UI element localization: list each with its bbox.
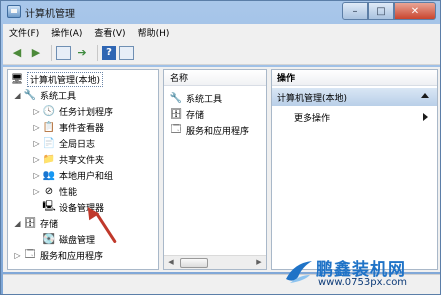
tree-node-label: 性能 xyxy=(59,187,78,198)
tree-node-label: 全局日志 xyxy=(59,139,96,150)
computer-management-icon xyxy=(7,5,21,18)
expand-icon[interactable]: ▷ xyxy=(32,139,41,148)
shared-folder-icon: 📁 xyxy=(42,153,56,165)
tree-node-global-log[interactable]: ▷ 📄 全局日志 xyxy=(32,135,95,151)
menu-bar: 文件(F) 操作(A) 查看(V) 帮助(H) xyxy=(3,24,440,41)
tree-node-services-apps[interactable]: ▷ 🗔 服务和应用程序 xyxy=(13,247,103,263)
tree-node-label: 存储 xyxy=(40,219,59,230)
tree-node-task-scheduler[interactable]: ▷ 🕓 任务计划程序 xyxy=(32,103,113,119)
expand-icon[interactable]: ▷ xyxy=(32,155,41,164)
event-viewer-icon: 📋 xyxy=(42,121,56,133)
actions-section-label: 计算机管理(本地) xyxy=(277,93,348,104)
tools-icon: 🔧 xyxy=(169,92,183,104)
toolbar-separator xyxy=(51,44,52,61)
watermark-logo-icon xyxy=(286,261,312,283)
performance-icon: ⊘ xyxy=(44,185,54,197)
window-controls: – □ ✕ xyxy=(342,2,436,20)
tree-node-system-tools[interactable]: ◢ 🔧 系统工具 xyxy=(13,87,76,103)
expand-icon[interactable]: ▷ xyxy=(32,187,41,196)
storage-icon: 🗄 xyxy=(169,108,183,120)
tree-node-event-viewer[interactable]: ▷ 📋 事件查看器 xyxy=(32,119,104,135)
log-icon: 📄 xyxy=(42,137,56,149)
list-item-services-apps[interactable]: 🗔 服务和应用程序 xyxy=(170,122,249,138)
tree-node-label: 事件查看器 xyxy=(59,123,105,134)
back-arrow-icon[interactable]: ◀ xyxy=(9,45,25,61)
computer-icon: 🖥 xyxy=(10,73,24,85)
expand-icon[interactable]: ▷ xyxy=(32,123,41,132)
toolbar-separator xyxy=(97,44,98,61)
disk-icon: 💽 xyxy=(42,233,56,245)
help-icon[interactable]: ? xyxy=(102,45,116,60)
services-icon: 🗔 xyxy=(24,248,36,260)
services-icon: 🗔 xyxy=(170,123,182,135)
actions-header: 操作 xyxy=(272,70,437,86)
column-header-name[interactable]: 名称 xyxy=(164,70,266,86)
list-item-system-tools[interactable]: 🔧 系统工具 xyxy=(170,90,222,106)
forward-arrow-icon[interactable]: ▶ xyxy=(28,45,44,61)
watermark-url: www.0753px.com xyxy=(318,277,408,288)
collapse-caret-icon[interactable] xyxy=(421,93,429,98)
tree-node-storage[interactable]: ◢ 🗄 存储 xyxy=(13,215,58,231)
tree-node-local-users[interactable]: ▷ 👥 本地用户和组 xyxy=(32,167,113,183)
list-item-label: 存储 xyxy=(186,110,205,121)
expand-icon[interactable]: ▷ xyxy=(32,171,41,180)
list-item-label: 系统工具 xyxy=(186,94,223,105)
submenu-arrow-icon xyxy=(423,113,428,121)
tree-node-label: 磁盘管理 xyxy=(59,235,96,246)
clock-icon: 🕓 xyxy=(42,105,56,117)
tree-node-label: 任务计划程序 xyxy=(59,107,114,118)
more-actions-label: 更多操作 xyxy=(294,113,331,124)
tree-node-shared-folders[interactable]: ▷ 📁 共享文件夹 xyxy=(32,151,104,167)
tree-node-disk-management[interactable]: 💽 磁盘管理 xyxy=(32,231,95,247)
more-actions-item[interactable]: 更多操作 xyxy=(294,109,434,125)
menu-action[interactable]: 操作(A) xyxy=(51,26,82,39)
tree-root-label: 计算机管理(本地) xyxy=(27,71,104,87)
close-button[interactable]: ✕ xyxy=(394,2,436,20)
tree-node-label: 共享文件夹 xyxy=(59,155,105,166)
export-list-icon[interactable]: ➔ xyxy=(74,45,90,61)
expand-icon[interactable]: ▷ xyxy=(13,251,22,260)
device-manager-icon: 🖳 xyxy=(42,200,56,212)
list-item-label: 服务和应用程序 xyxy=(186,126,250,137)
window-title: 计算机管理 xyxy=(25,9,75,20)
list-item-storage[interactable]: 🗄 存储 xyxy=(170,106,204,122)
tree-node-label: 本地用户和组 xyxy=(59,171,114,182)
tree-node-label: 服务和应用程序 xyxy=(40,251,104,262)
show-hide-action-pane-icon[interactable] xyxy=(119,45,134,60)
users-icon: 👥 xyxy=(42,169,56,181)
maximize-button[interactable]: □ xyxy=(368,2,394,20)
computer-management-window: 计算机管理 – □ ✕ 文件(F) 操作(A) 查看(V) 帮助(H) ◀ ▶ … xyxy=(0,0,441,295)
storage-icon: 🗄 xyxy=(23,217,37,229)
scroll-left-icon[interactable]: ◀ xyxy=(166,258,176,268)
scroll-right-icon[interactable]: ▶ xyxy=(254,258,264,268)
tools-icon: 🔧 xyxy=(23,89,37,101)
menu-help[interactable]: 帮助(H) xyxy=(138,26,170,39)
main-content: 🖥 计算机管理(本地) ◢ 🔧 系统工具 ▷ 🕓 任务计划程序 ▷ 📋 事件查看… xyxy=(3,67,440,272)
minimize-button[interactable]: – xyxy=(342,2,368,20)
menu-view[interactable]: 查看(V) xyxy=(94,26,125,39)
show-hide-console-tree-icon[interactable] xyxy=(56,45,71,60)
collapse-icon[interactable]: ◢ xyxy=(13,91,22,100)
menu-file[interactable]: 文件(F) xyxy=(9,26,39,39)
tree-node-label: 系统工具 xyxy=(40,91,77,102)
collapse-icon[interactable]: ◢ xyxy=(13,219,22,228)
tree-node-performance[interactable]: ▷ ⊘ 性能 xyxy=(32,183,77,199)
toolbar: ◀ ▶ ➔ ? xyxy=(3,41,440,65)
actions-pane: 操作 计算机管理(本地) 更多操作 xyxy=(271,69,438,270)
console-tree: 🖥 计算机管理(本地) ◢ 🔧 系统工具 ▷ 🕓 任务计划程序 ▷ 📋 事件查看… xyxy=(7,69,159,270)
tree-root[interactable]: 🖥 计算机管理(本地) xyxy=(10,71,104,87)
watermark: 鹏鑫装机网 www.0753px.com xyxy=(284,255,434,291)
horizontal-scrollbar[interactable]: ◀ ▶ xyxy=(164,255,266,269)
actions-section-computer-management[interactable]: 计算机管理(本地) xyxy=(272,88,437,106)
details-list: 名称 🔧 系统工具 🗄 存储 🗔 服务和应用程序 ◀ ▶ xyxy=(163,69,267,270)
title-bar[interactable]: 计算机管理 – □ ✕ xyxy=(1,1,440,23)
expand-icon[interactable]: ▷ xyxy=(32,107,41,116)
scroll-thumb[interactable] xyxy=(180,258,208,268)
